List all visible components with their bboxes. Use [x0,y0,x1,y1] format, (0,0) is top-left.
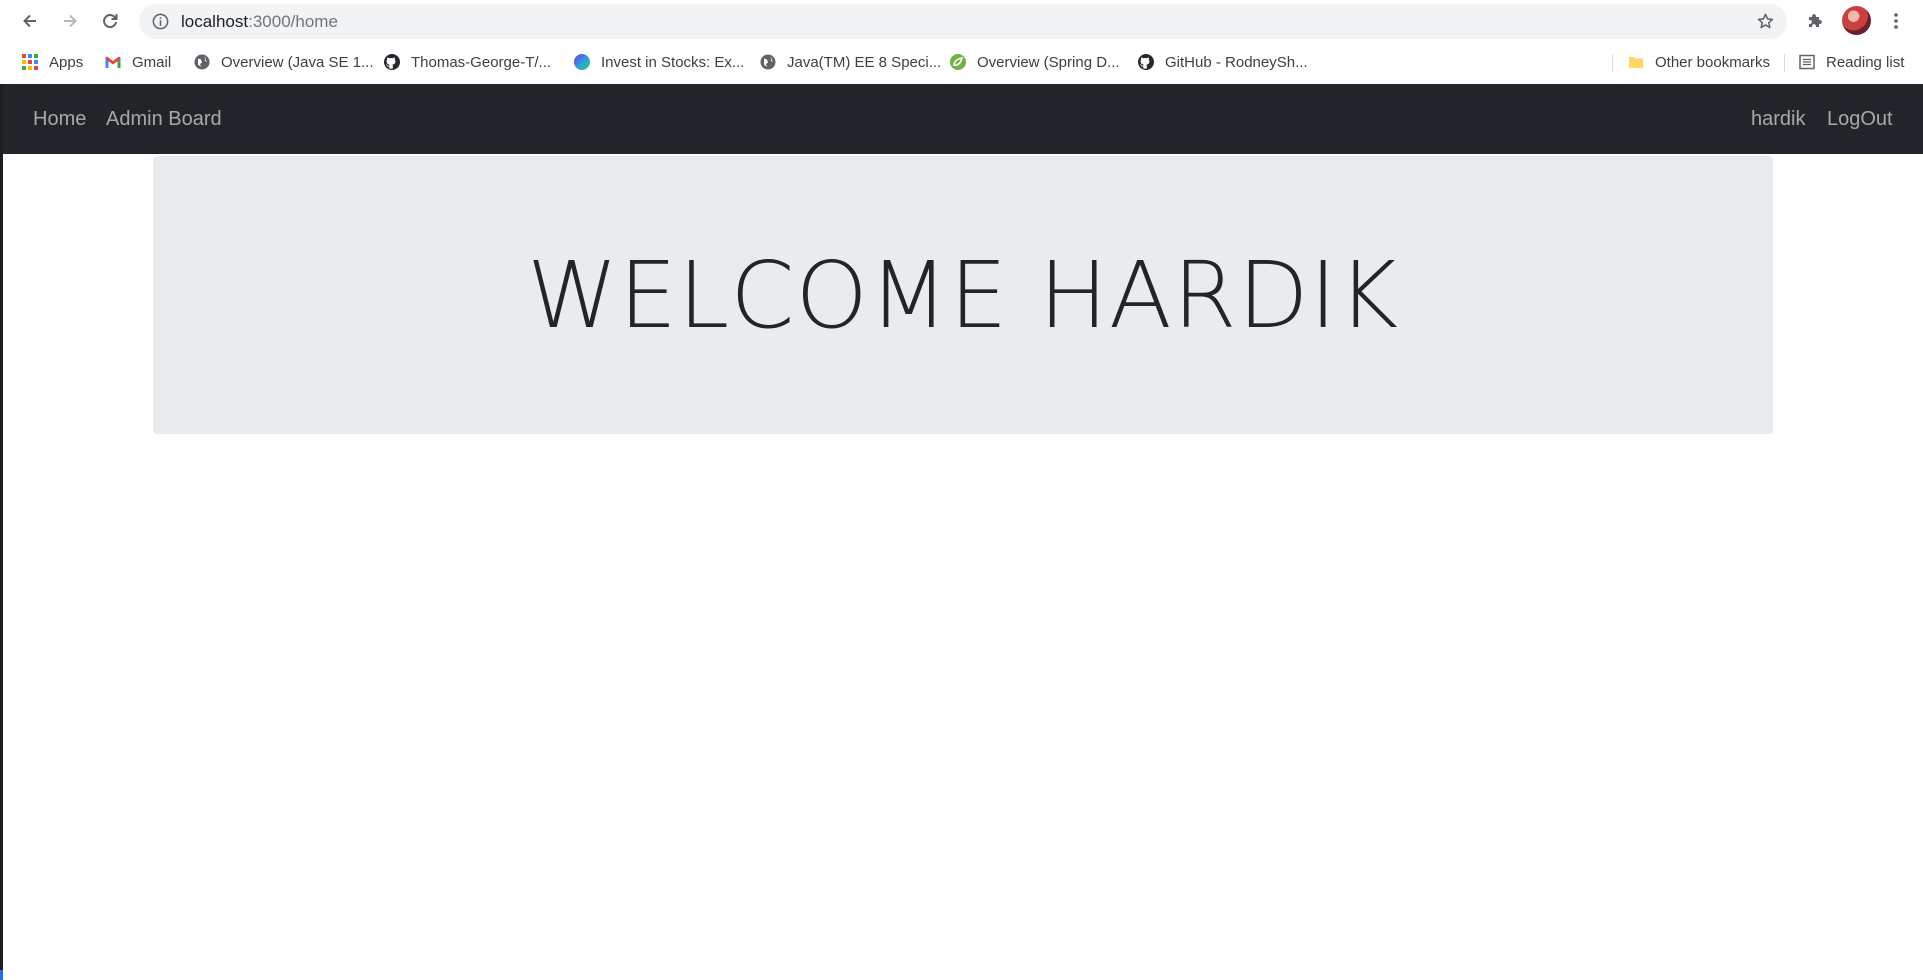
nav-home[interactable]: Home [33,84,86,154]
taskbar-indicator [0,970,3,980]
gmail-icon [105,56,121,68]
info-icon[interactable] [151,12,170,31]
url-host: localhost [181,12,249,31]
bookmark-thomas-george[interactable]: Thomas-George-T/... [383,44,551,80]
folder-icon [1629,57,1643,68]
reading-list-icon [1799,54,1815,70]
bookmark-java-se-overview[interactable]: Overview (Java SE 1... [193,44,374,80]
url-text[interactable]: localhost:3000/home [181,4,338,39]
bookmark-label: Overview (Java SE 1... [221,53,374,71]
bookmark-apps[interactable]: Apps [21,44,83,80]
bookmark-label: Java(TM) EE 8 Speci... [787,53,942,71]
welcome-heading: WELCOME HARDIK [526,241,1400,349]
browser-menu-button[interactable] [1880,5,1912,37]
nav-username[interactable]: hardik [1751,84,1805,154]
back-button[interactable] [14,5,46,37]
arrow-left-icon [23,14,36,28]
globe-icon [760,54,776,70]
bookmarks-divider [1784,54,1785,72]
bookmark-invest-in-stocks[interactable]: Invest in Stocks: Ex... [573,44,744,80]
nav-admin-board[interactable]: Admin Board [106,84,222,154]
nav-logout[interactable]: LogOut [1827,84,1893,154]
reload-button[interactable] [94,5,126,37]
puzzle-icon [1809,14,1822,27]
bookmarks-bar: Apps Gmail Overview (Java SE 1... Thomas… [0,44,1923,80]
bookmark-spring-overview[interactable]: Overview (Spring D... [949,44,1120,80]
profile-avatar[interactable] [1842,6,1871,35]
welcome-jumbotron: WELCOME HARDIK [153,156,1773,434]
arrow-right-icon [64,14,77,28]
forward-button[interactable] [54,5,86,37]
bookmarks-divider [1612,54,1613,72]
bookmark-gmail[interactable]: Gmail [104,44,171,80]
app-navbar: Home Admin Board hardik LogOut [3,84,1923,154]
browser-toolbar: localhost:3000/home [0,0,1923,42]
github-icon [384,54,400,70]
bookmark-label: Gmail [132,53,172,71]
spring-icon [950,54,966,70]
invest-icon [574,54,590,70]
bookmark-github-rodney[interactable]: GitHub - RodneySh... [1137,44,1308,80]
address-bar[interactable]: localhost:3000/home [139,4,1787,39]
globe-icon [194,54,210,70]
bookmark-label: Overview (Spring D... [977,53,1120,71]
bookmark-label: Thomas-George-T/... [411,53,552,71]
github-icon [1138,54,1154,70]
kebab-menu-icon [1894,13,1898,29]
window-left-edge [0,84,3,980]
extensions-button[interactable] [1799,5,1831,37]
url-path: :3000/home [248,12,338,31]
reading-list[interactable]: Reading list [1798,44,1904,80]
reading-list-label: Reading list [1826,53,1905,71]
reload-icon [103,14,118,29]
bookmark-label: Invest in Stocks: Ex... [601,53,745,71]
bookmark-java-ee-spec[interactable]: Java(TM) EE 8 Speci... [759,44,941,80]
apps-grid-icon [22,54,38,70]
bookmark-label: Apps [49,53,84,71]
other-bookmarks-label: Other bookmarks [1655,53,1771,71]
other-bookmarks[interactable]: Other bookmarks [1627,44,1770,80]
star-icon[interactable] [1756,12,1775,31]
bookmark-label: GitHub - RodneySh... [1165,53,1308,71]
